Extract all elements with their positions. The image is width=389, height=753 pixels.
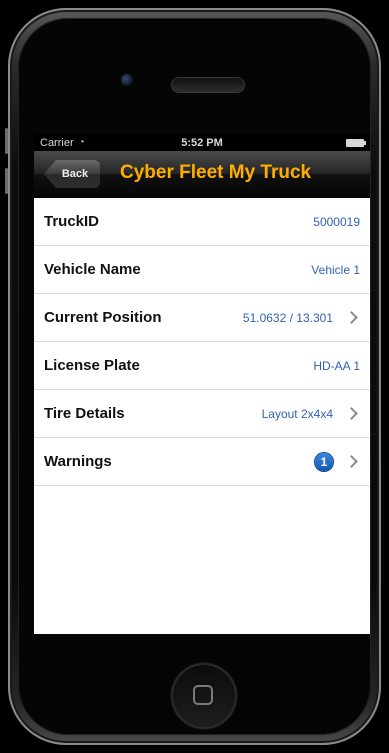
- row-label: Tire Details: [44, 405, 125, 422]
- row-truck-id: TruckID 5000019: [34, 198, 370, 246]
- home-button[interactable]: [171, 663, 237, 729]
- volume-down-button: [5, 168, 8, 194]
- wifi-icon: ◔: [78, 137, 85, 148]
- row-label: Current Position: [44, 309, 162, 326]
- row-warnings[interactable]: Warnings 1: [34, 438, 370, 486]
- status-bar: Carrier ◔ 5:52 PM: [34, 134, 370, 151]
- row-label: License Plate: [44, 357, 140, 374]
- earpiece-speaker: [172, 78, 244, 92]
- warnings-count-badge: 1: [315, 452, 333, 471]
- row-value: HD-AA 1: [313, 358, 360, 373]
- navigation-bar: Back Cyber Fleet My Truck: [34, 151, 370, 198]
- chevron-right-icon: [345, 311, 358, 324]
- row-current-position[interactable]: Current Position 51.0632 / 13.301: [34, 294, 370, 342]
- battery-icon: [346, 139, 366, 147]
- row-vehicle-name: Vehicle Name Vehicle 1: [34, 246, 370, 294]
- carrier-label: Carrier: [40, 136, 74, 149]
- row-value: Vehicle 1: [311, 262, 360, 277]
- home-square-icon: [193, 685, 213, 705]
- row-label: TruckID: [44, 213, 100, 230]
- detail-table: TruckID 5000019 Vehicle Name Vehicle 1 C…: [34, 198, 370, 486]
- row-tire-details[interactable]: Tire Details Layout 2x4x4: [34, 390, 370, 438]
- row-value: Layout 2x4x4: [261, 406, 333, 421]
- status-left: Carrier ◔: [40, 137, 85, 149]
- front-camera: [121, 74, 133, 86]
- row-license-plate: License Plate HD-AA 1: [34, 342, 370, 390]
- page-title: Cyber Fleet My Truck: [120, 162, 312, 183]
- chevron-right-icon: [345, 407, 358, 420]
- volume-up-button: [5, 128, 8, 154]
- chevron-right-icon: [345, 455, 358, 468]
- app-screen: Carrier ◔ 5:52 PM Back Cyber Fleet My Tr…: [34, 134, 370, 634]
- back-button[interactable]: Back: [44, 160, 100, 188]
- row-label: Vehicle Name: [44, 261, 141, 278]
- row-value: 51.0632 / 13.301: [242, 310, 333, 325]
- row-value: 5000019: [313, 214, 360, 229]
- row-label: Warnings: [44, 453, 112, 470]
